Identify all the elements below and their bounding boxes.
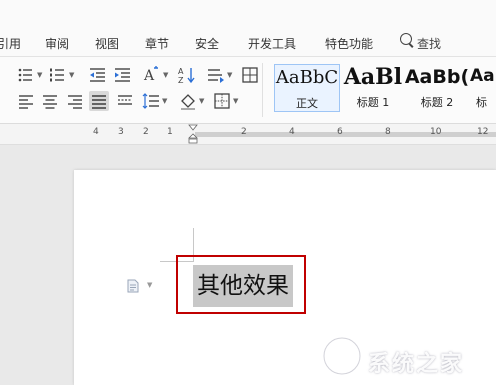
paragraph-layout-dropdown-icon[interactable]: ▼ [147, 281, 152, 289]
ruler-number: 12 [477, 127, 489, 137]
styles-gallery: AaBbC 正文 AaBl 标题 1 AaBb( 标题 2 Aa 标 [270, 64, 496, 114]
borders-icon[interactable] [212, 91, 232, 111]
ruler-number: 1 [167, 127, 173, 137]
menu-developer-tools[interactable]: 开发工具 [248, 35, 296, 52]
svg-text:A: A [143, 68, 155, 84]
ruler-number: 10 [430, 127, 442, 137]
text-direction-dropdown-icon[interactable]: ▼ [227, 71, 232, 79]
toolbar-separator [262, 63, 263, 117]
style-normal-label: 正文 [296, 97, 318, 110]
indent-marker-icon[interactable] [188, 124, 198, 144]
style-heading-3[interactable]: Aa 标 [470, 64, 496, 112]
highlight-annotation-box [176, 255, 306, 314]
menu-review[interactable]: 审阅 [45, 35, 69, 52]
numbered-list-icon[interactable] [48, 65, 68, 85]
bullet-list-dropdown-icon[interactable]: ▼ [37, 71, 42, 79]
menu-bar: 引用 审阅 视图 章节 安全 开发工具 特色功能 查找 [0, 0, 496, 57]
ruler-number: 4 [93, 127, 99, 137]
watermark-text: 系统之家 [368, 352, 465, 377]
search-button[interactable]: 查找 [417, 35, 441, 52]
style-heading-3-sample: Aa [470, 66, 495, 86]
justify-icon[interactable] [89, 91, 109, 111]
search-icon[interactable] [400, 33, 412, 45]
align-left-icon[interactable] [16, 91, 36, 111]
style-heading-2-sample: AaBb( [404, 66, 470, 88]
shading-icon[interactable] [178, 91, 198, 111]
ruler-number: 8 [385, 127, 391, 137]
style-normal-sample: AaBbC [275, 67, 339, 88]
menu-reference[interactable]: 引用 [0, 35, 21, 52]
line-spacing-icon[interactable] [141, 91, 161, 111]
style-heading-1-sample: AaBl [343, 64, 403, 90]
ruler-number: 4 [289, 127, 295, 137]
menu-view[interactable]: 视图 [95, 35, 119, 52]
menu-section[interactable]: 章节 [145, 35, 169, 52]
text-direction-icon[interactable] [206, 65, 226, 85]
style-normal[interactable]: AaBbC 正文 [274, 64, 340, 112]
style-heading-3-label: 标 [476, 96, 487, 109]
distributed-align-icon[interactable] [115, 91, 135, 111]
ruler-number: 2 [241, 127, 247, 137]
numbered-list-dropdown-icon[interactable]: ▼ [69, 71, 74, 79]
align-center-icon[interactable] [40, 91, 60, 111]
sort-icon[interactable]: AZ [177, 65, 197, 85]
borders-dropdown-icon[interactable]: ▼ [233, 97, 238, 105]
horizontal-ruler[interactable]: 4 3 2 1 2 4 6 8 10 12 [0, 124, 496, 145]
ruler-number: 3 [118, 127, 124, 137]
style-heading-1[interactable]: AaBl 标题 1 [342, 64, 404, 112]
paragraph-layout-icon[interactable] [127, 278, 139, 293]
align-right-icon[interactable] [65, 91, 85, 111]
bullet-list-icon[interactable] [16, 65, 36, 85]
ruler-number: 2 [143, 127, 149, 137]
show-hide-marks-icon[interactable] [240, 65, 260, 85]
svg-text:Z: Z [178, 76, 184, 85]
watermark-logo-icon [322, 336, 362, 376]
style-heading-2-label: 标题 2 [420, 96, 454, 109]
menu-special-features[interactable]: 特色功能 [325, 35, 373, 52]
line-spacing-dropdown-icon[interactable]: ▼ [162, 97, 167, 105]
decrease-indent-icon[interactable] [88, 65, 108, 85]
svg-text:A: A [178, 67, 184, 76]
text-effect-dropdown-icon[interactable]: ▼ [163, 71, 168, 79]
menu-security[interactable]: 安全 [195, 35, 219, 52]
shading-dropdown-icon[interactable]: ▼ [199, 97, 204, 105]
style-heading-1-label: 标题 1 [356, 96, 390, 109]
increase-indent-icon[interactable] [113, 65, 133, 85]
style-heading-2[interactable]: AaBb( 标题 2 [404, 64, 470, 112]
text-effect-icon[interactable]: A [142, 65, 162, 85]
site-watermark: 系统之家 [320, 330, 496, 382]
ruler-number: 6 [337, 127, 343, 137]
